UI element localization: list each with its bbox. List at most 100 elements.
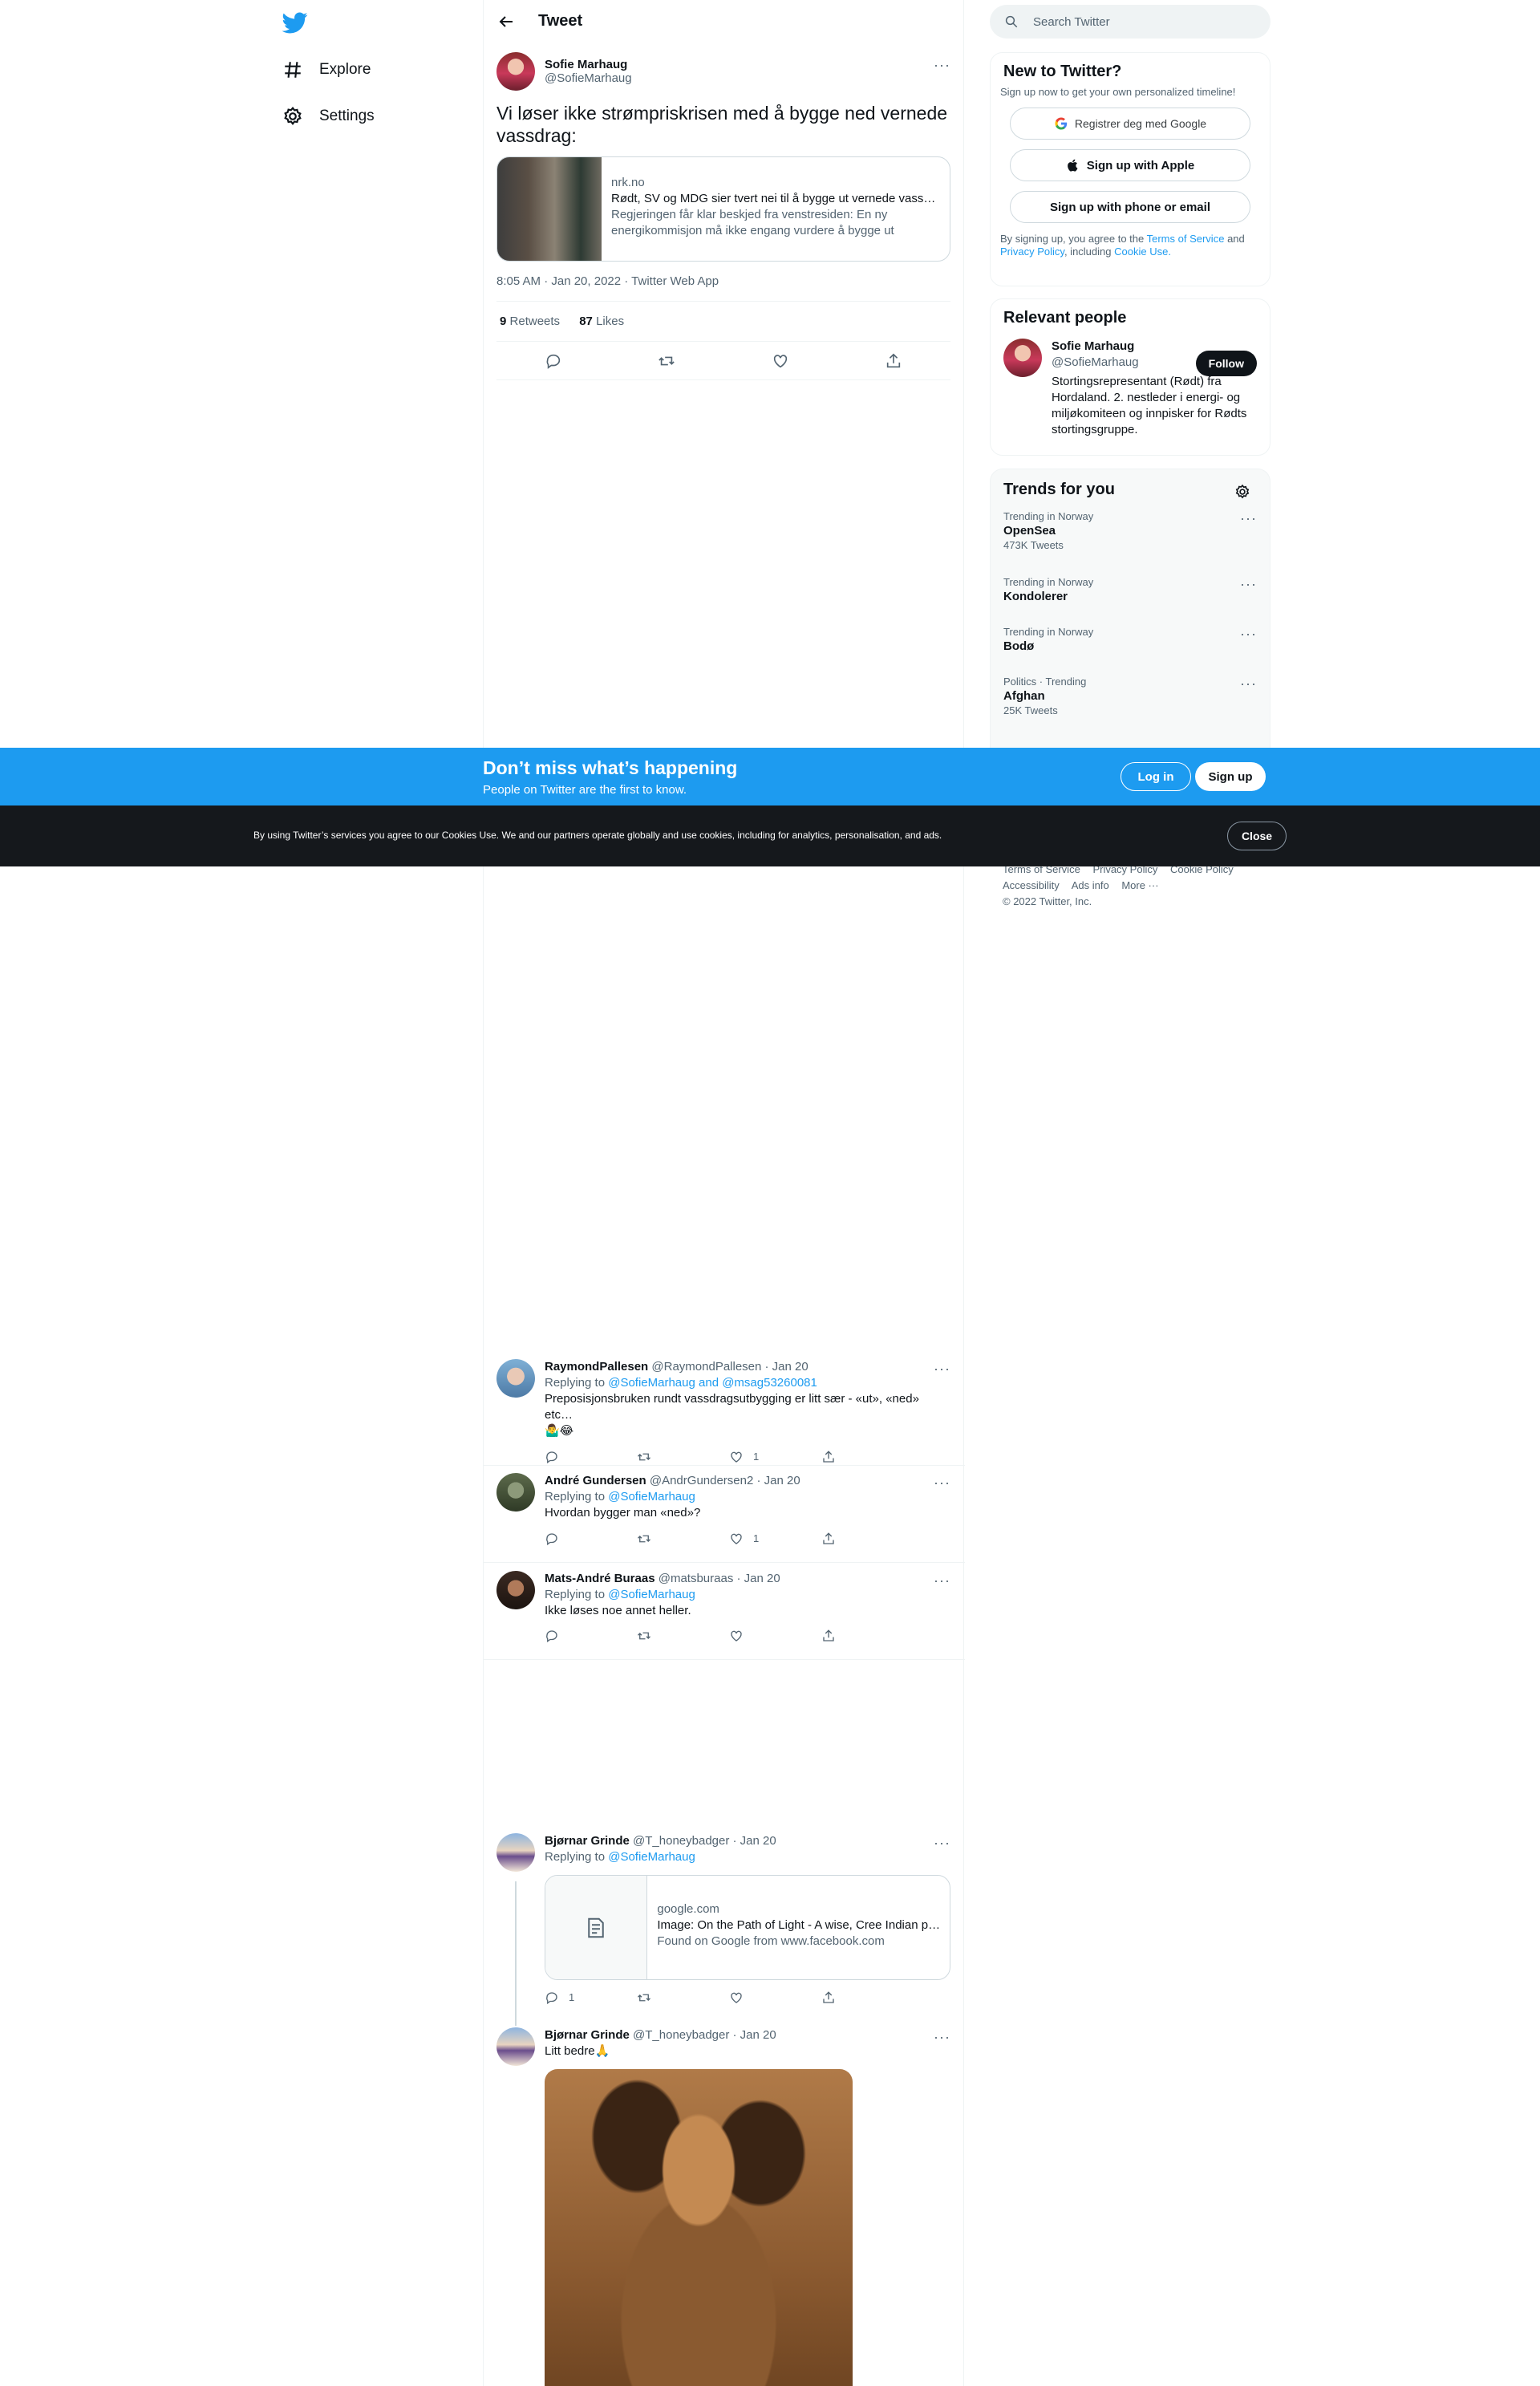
link-card[interactable]: nrk.no Rødt, SV og MDG sier tvert nei ti… <box>496 156 950 262</box>
like-icon[interactable] <box>772 352 789 370</box>
replying-to-link[interactable]: @SofieMarhaug <box>608 1850 695 1864</box>
retweet-count: 9 <box>500 314 507 328</box>
replying-to-link[interactable]: @SofieMarhaug <box>608 1490 695 1503</box>
replying-to-link[interactable]: @SofieMarhaug <box>608 1588 695 1601</box>
nav-settings[interactable]: Settings <box>282 100 375 132</box>
author-handle[interactable]: @SofieMarhaug <box>545 71 632 85</box>
trend-item[interactable]: Trending in Norway Kondolerer ··· <box>991 576 1270 626</box>
author-name[interactable]: Sofie Marhaug <box>545 58 632 71</box>
reply-button[interactable] <box>545 1449 609 1465</box>
relevant-title: Relevant people <box>1003 309 1127 327</box>
search-input[interactable]: Search Twitter <box>990 5 1270 39</box>
apple-signup-label: Sign up with Apple <box>1086 158 1195 172</box>
terms-link[interactable]: Terms of Service <box>1147 233 1225 245</box>
apple-signup-button[interactable]: Sign up with Apple <box>1010 149 1250 181</box>
footer-accessibility-link[interactable]: Accessibility <box>1003 879 1060 891</box>
author-name[interactable]: Bjørnar Grinde <box>545 1834 630 1848</box>
retweet-button[interactable] <box>637 1531 701 1547</box>
retweets-stat[interactable]: 9 Retweets <box>500 314 560 328</box>
avatar[interactable] <box>1003 339 1042 377</box>
share-button[interactable] <box>821 1629 886 1643</box>
google-icon <box>1055 117 1068 130</box>
share-button[interactable] <box>821 1449 886 1465</box>
cookie-link[interactable]: Cookie Use. <box>1114 245 1171 258</box>
trend-item[interactable]: Trending in Norway Bodø ··· <box>991 626 1270 676</box>
nav-explore[interactable]: Explore <box>282 54 371 86</box>
reply-count: 1 <box>569 1991 575 2003</box>
divider <box>484 1659 965 1660</box>
reply-icon[interactable] <box>545 352 562 370</box>
avatar[interactable] <box>496 1571 535 1609</box>
share-button[interactable] <box>821 1531 886 1547</box>
gear-icon[interactable] <box>1234 484 1250 500</box>
signup-subtitle: Sign up now to get your own personalized… <box>1000 86 1236 98</box>
author-name[interactable]: Mats-André Buraas <box>545 1572 655 1585</box>
author-name[interactable]: RaymondPallesen <box>545 1360 648 1374</box>
reply-icon <box>546 1992 557 2005</box>
avatar[interactable] <box>496 2027 535 2066</box>
trend-item[interactable]: Trending in Norway OpenSea 473K Tweets ·… <box>991 510 1270 576</box>
reply-button[interactable] <box>545 1629 609 1643</box>
retweet-button[interactable] <box>637 1449 701 1465</box>
trend-name: Bodø <box>1003 639 1035 653</box>
like-button[interactable]: 1 <box>729 1531 793 1547</box>
author-name[interactable]: André Gundersen <box>545 1474 646 1487</box>
avatar[interactable] <box>496 1833 535 1872</box>
more-icon[interactable]: ··· <box>1240 576 1257 593</box>
more-icon[interactable]: ··· <box>1240 510 1257 527</box>
retweet-button[interactable] <box>637 1629 701 1643</box>
nav-explore-label: Explore <box>319 61 371 78</box>
more-icon[interactable]: ··· <box>1240 626 1257 643</box>
reply-tweet[interactable]: ··· Mats-André Buraas @matsburaas · Jan … <box>496 1571 950 1643</box>
retweet-button[interactable] <box>637 1990 701 2006</box>
back-arrow-icon[interactable] <box>496 12 516 31</box>
share-button[interactable] <box>821 1990 886 2006</box>
trend-count: 473K Tweets <box>1003 539 1064 551</box>
reply-tweet[interactable]: ··· Bjørnar Grinde @T_honeybadger · Jan … <box>496 2027 950 2386</box>
avatar[interactable] <box>496 52 535 91</box>
likes-stat[interactable]: 87 Likes <box>579 314 624 328</box>
more-icon[interactable]: ··· <box>1240 676 1257 692</box>
reply-button[interactable]: 1 <box>545 1990 609 2006</box>
like-button[interactable]: 1 <box>729 1449 793 1465</box>
phone-signup-label: Sign up with phone or email <box>1049 200 1210 214</box>
phone-signup-button[interactable]: Sign up with phone or email <box>1010 191 1250 223</box>
like-button[interactable] <box>729 1990 793 2006</box>
share-icon[interactable] <box>885 352 902 370</box>
reply-icon <box>546 1451 557 1464</box>
privacy-link[interactable]: Privacy Policy <box>1000 245 1064 258</box>
footer-ads-link[interactable]: Ads info <box>1072 879 1109 891</box>
more-icon[interactable]: ··· <box>934 57 950 74</box>
login-button[interactable]: Log in <box>1121 762 1191 791</box>
footer-more-link[interactable]: More ··· <box>1121 879 1158 891</box>
retweet-icon[interactable] <box>658 352 675 370</box>
nav-settings-label: Settings <box>319 108 375 124</box>
replying-to-link[interactable]: @SofieMarhaug and @msag53260081 <box>608 1376 817 1390</box>
reply-button[interactable] <box>545 1531 609 1547</box>
trend-item[interactable]: Politics · Trending Afghan 25K Tweets ··… <box>991 676 1270 716</box>
header-bar: Tweet <box>484 0 963 43</box>
trend-context: Politics · Trending <box>1003 676 1087 688</box>
reply-tweet[interactable]: ··· Bjørnar Grinde @T_honeybadger · Jan … <box>496 1833 950 2006</box>
tweet-photo[interactable] <box>545 2069 853 2386</box>
author-name[interactable]: Bjørnar Grinde <box>545 2028 630 2042</box>
avatar[interactable] <box>496 1359 535 1398</box>
likes-label: Likes <box>596 314 625 328</box>
card-domain: google.com <box>657 1902 719 1916</box>
link-card[interactable]: google.com Image: On the Path of Light -… <box>545 1875 950 1980</box>
copyright: © 2022 Twitter, Inc. <box>1003 895 1092 907</box>
cookie-close-button[interactable]: Close <box>1227 822 1287 850</box>
reply-tweet[interactable]: ··· André Gundersen @AndrGundersen2 · Ja… <box>496 1473 950 1547</box>
retweet-icon <box>638 1453 650 1461</box>
avatar[interactable] <box>496 1473 535 1512</box>
reply-tweet[interactable]: ··· RaymondPallesen @RaymondPallesen · J… <box>496 1359 950 1465</box>
google-signup-button[interactable]: Registrer deg med Google <box>1010 108 1250 140</box>
follow-button[interactable]: Follow <box>1195 351 1257 376</box>
tweet-text: Vi løser ikke strømpriskrisen med å bygg… <box>496 103 948 146</box>
relevant-person[interactable]: Sofie Marhaug @SofieMarhaug Stortingsrep… <box>991 332 1270 444</box>
signup-button[interactable]: Sign up <box>1195 762 1266 791</box>
gear-icon <box>284 107 302 125</box>
like-button[interactable] <box>729 1629 793 1643</box>
twitter-logo-icon[interactable] <box>282 10 308 35</box>
card-title: Rødt, SV og MDG sier tvert nei til å byg… <box>611 192 940 205</box>
